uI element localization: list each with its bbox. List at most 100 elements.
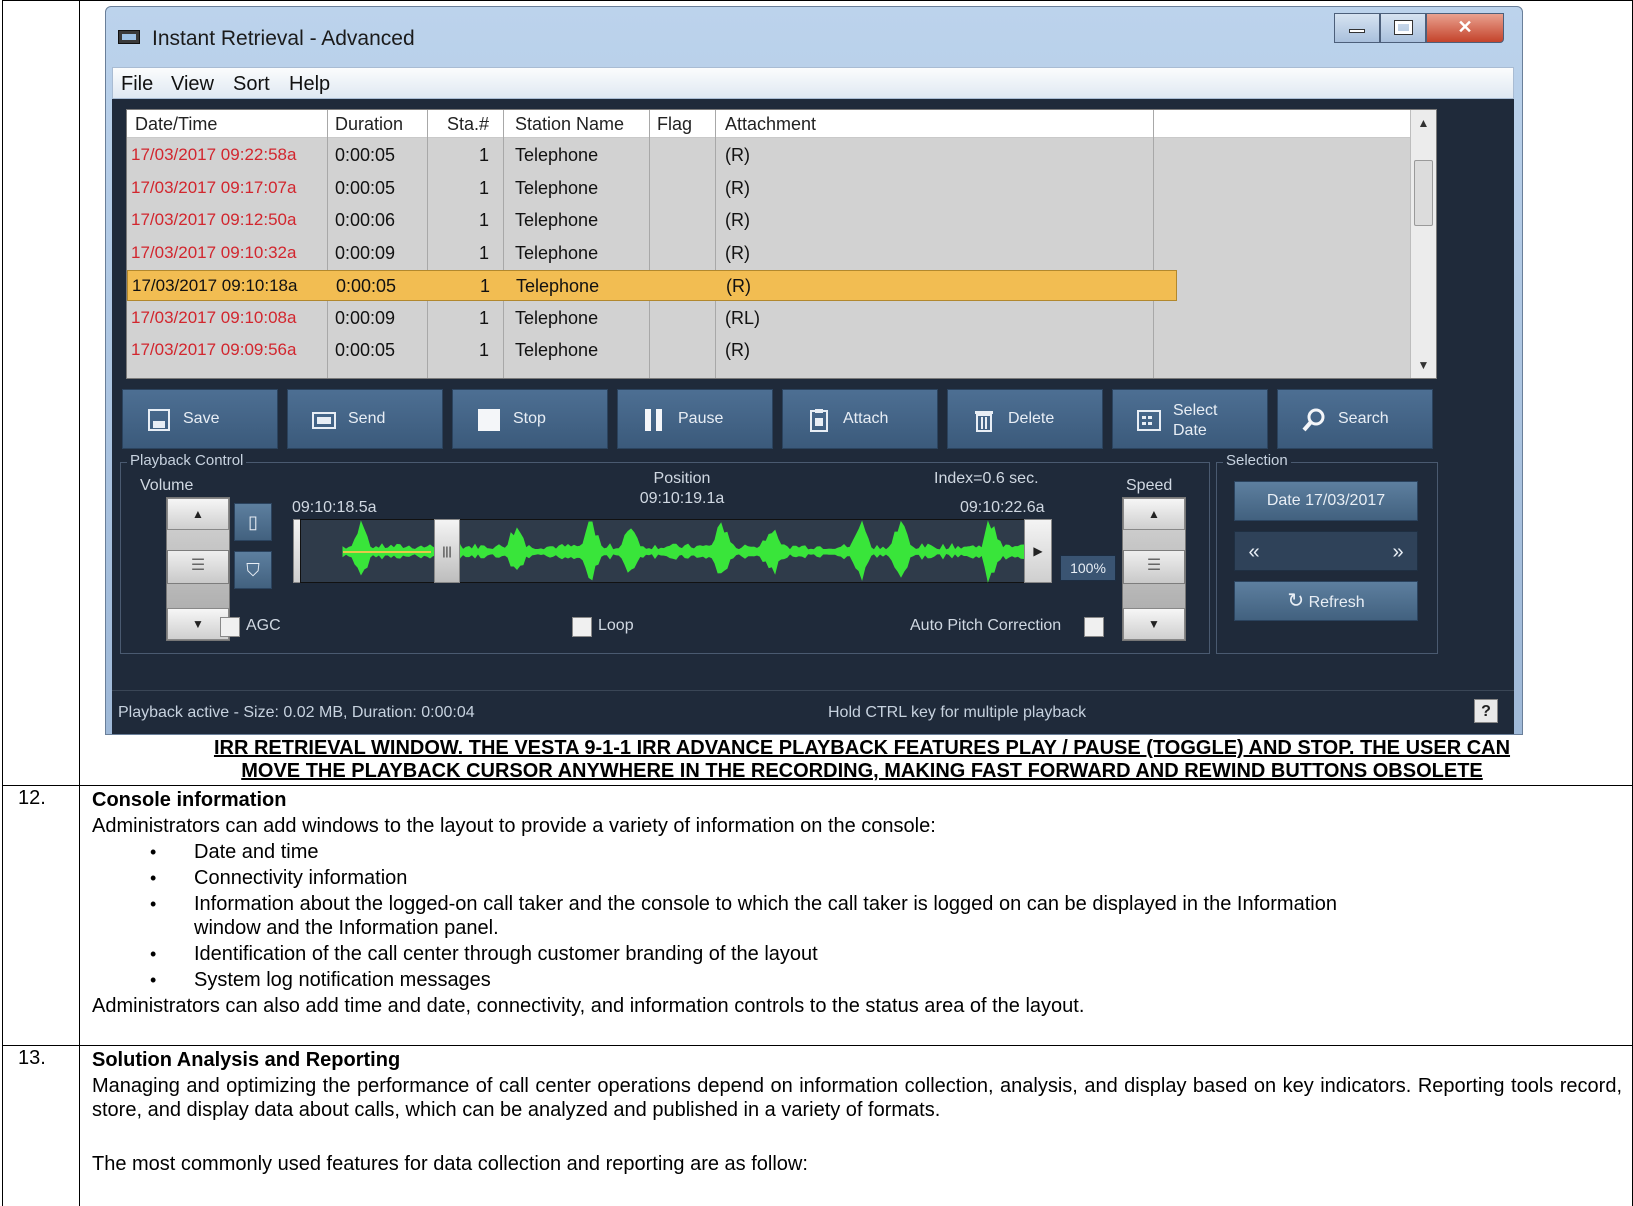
list-header: Date/Time Duration Sta.# Station Name Fl… [127,110,1436,138]
agc-checkbox[interactable] [220,617,240,637]
position-value: 09:10:19.1a [639,490,725,507]
col-sta[interactable]: Sta.# [447,114,489,135]
scroll-up-icon[interactable]: ▲ [1411,116,1436,130]
select-date-label-line2: Date [1173,422,1207,439]
section-13-heading: Solution Analysis and Reporting [92,1049,401,1071]
select-date-button[interactable]: Select Date [1112,389,1268,449]
col-datetime[interactable]: Date/Time [135,114,217,135]
speed-up-icon[interactable]: ▲ [1123,498,1185,530]
cell-sta: 1 [478,145,489,165]
speed-down-icon[interactable]: ▼ [1123,608,1185,640]
speed-thumb[interactable]: ☰ [1123,550,1185,584]
scroll-thumb[interactable] [1414,160,1433,226]
status-hint: Hold CTRL key for multiple playback [828,704,1087,721]
client-area: Date/Time Duration Sta.# Station Name Fl… [112,99,1514,734]
table-row[interactable]: 17/03/2017 09:12:50a 0:00:06 1 Telephone (R) [127,205,1177,236]
col-flag[interactable]: Flag [657,114,692,135]
col-duration[interactable]: Duration [335,114,403,135]
list-scrollbar[interactable]: ▲ ▼ [1410,110,1436,378]
bullet-icon: • [150,842,157,862]
loop-label: Loop [598,617,634,634]
refresh-button[interactable]: ↻ Refresh [1234,581,1418,621]
table-row[interactable]: 17/03/2017 09:10:08a 0:00:09 1 Telephone (RL… [127,303,1177,334]
menu-bar: File View Sort Help [112,67,1514,99]
index-label: Index=0.6 sec. [934,470,1039,487]
stop-label: Stop [513,410,546,427]
loop-checkbox[interactable] [572,617,592,637]
bookmark-icon: ▯ [248,512,258,532]
cell-station: Telephone [515,242,599,263]
close-button[interactable]: ✕ [1426,13,1504,43]
stop-button[interactable]: Stop [452,389,608,449]
pause-icon [645,409,662,431]
playback-control-title: Playback Control [127,452,247,469]
clipboard-icon [810,409,828,432]
search-button[interactable]: Search [1277,389,1433,449]
volume-thumb[interactable]: ☰ [167,550,229,584]
table-row[interactable]: 17/03/2017 09:09:56a 0:00:05 1 Telephone (R) [127,335,1177,366]
cell-station: Telephone [515,145,599,165]
refresh-icon: ↻ [1287,590,1305,612]
waveform[interactable] [300,519,1052,583]
minimize-button[interactable] [1334,13,1380,43]
cell-station: Telephone [515,340,599,360]
table-row[interactable]: 17/03/2017 09:17:07a 0:00:05 1 Telephone (R) [127,173,1177,204]
chevron-right-icon: ▶ [1033,544,1043,558]
recordings-list[interactable]: Date/Time Duration Sta.# Station Name Fl… [126,109,1437,379]
menu-file[interactable]: File [121,73,153,96]
speed-slider[interactable]: ▲ ☰ ▼ [1122,497,1186,641]
menu-help[interactable]: Help [289,73,330,96]
marker-button[interactable]: ▯ [234,503,272,541]
date-button[interactable]: Date 17/03/2017 [1234,481,1418,521]
floppy-icon [148,409,170,431]
cell-attachment: (R) [725,210,750,230]
save-button[interactable]: Save [122,389,278,449]
table-row[interactable]: 17/03/2017 09:10:18a 0:00:05 1 Telephone (R) [127,270,1177,301]
auto-pitch-checkbox[interactable] [1084,617,1104,637]
bullet-call-taker-info: Information about the logged-on call tak… [194,893,1337,915]
window-title: Instant Retrieval - Advanced [152,27,415,50]
app-icon [118,30,140,44]
save-label: Save [183,410,220,427]
playback-cursor[interactable]: ||| [434,519,460,583]
section-12-outro: Administrators can also add time and dat… [92,995,1085,1017]
status-text: Playback active - Size: 0.02 MB, Duratio… [118,704,475,721]
delete-button[interactable]: Delete [947,389,1103,449]
cell-station: Telephone [515,177,599,198]
cell-station: Telephone [515,307,599,328]
table-border-divider [79,0,80,1206]
title-bar[interactable]: Instant Retrieval - Advanced ✕ [106,7,1522,59]
pause-button[interactable]: Pause [617,389,773,449]
menu-view[interactable]: View [171,73,214,96]
cell-attachment: (RL) [725,307,760,328]
rewind-icon[interactable]: « [1235,538,1273,566]
menu-sort[interactable]: Sort [233,73,270,96]
volume-up-icon[interactable]: ▲ [167,498,229,530]
scroll-down-icon[interactable]: ▼ [1411,358,1436,372]
wave-right-button[interactable]: ▶ [1024,519,1052,583]
table-row[interactable]: 17/03/2017 09:22:58a 0:00:05 1 Telephone (R) [127,140,1177,171]
cell-duration: 0:00:06 [335,210,396,230]
table-row[interactable]: 17/03/2017 09:10:32a 0:00:09 1 Telephone (R) [127,238,1177,269]
forward-icon[interactable]: » [1379,538,1417,566]
cell-datetime: 17/03/2017 09:22:58a [131,145,297,164]
table-rule-top [2,0,1633,1]
auto-pitch-label: Auto Pitch Correction [910,617,1062,634]
cell-duration: 0:00:05 [335,145,396,165]
date-nav: « » [1234,531,1418,571]
send-button[interactable]: Send [287,389,443,449]
marker-down-button[interactable]: ⛉ [234,551,272,589]
cell-duration: 0:00:09 [335,307,396,328]
col-station-name[interactable]: Station Name [515,114,624,135]
selection-title: Selection [1223,452,1291,469]
refresh-label: Refresh [1308,594,1365,611]
help-button[interactable]: ? [1474,699,1498,723]
bullet-call-taker-info-cont: window and the Information panel. [194,917,499,939]
attach-button[interactable]: Attach [782,389,938,449]
cell-attachment: (R) [725,177,750,198]
cell-datetime: 17/03/2017 09:10:18a [132,276,298,295]
col-attachment[interactable]: Attachment [725,114,816,135]
trash-icon [975,411,993,432]
maximize-button[interactable] [1380,13,1426,43]
status-bar: Playback active - Size: 0.02 MB, Duratio… [112,690,1514,734]
